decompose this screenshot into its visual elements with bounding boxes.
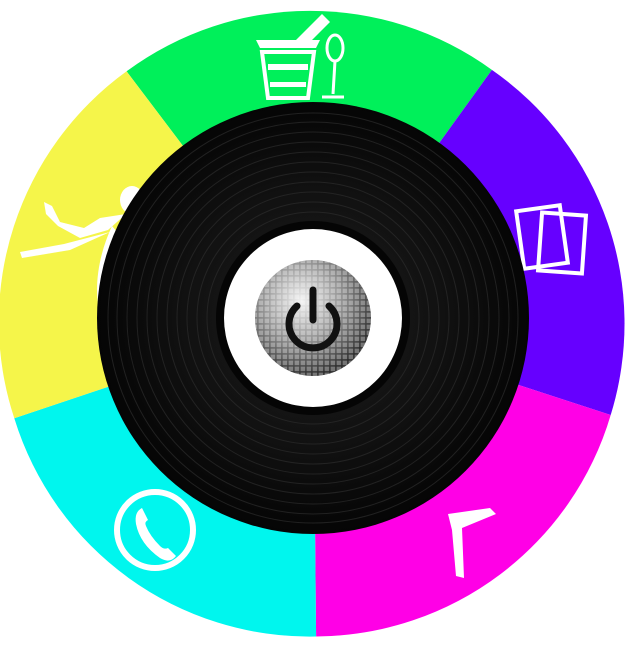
circular-menu-wheel [0,10,625,637]
